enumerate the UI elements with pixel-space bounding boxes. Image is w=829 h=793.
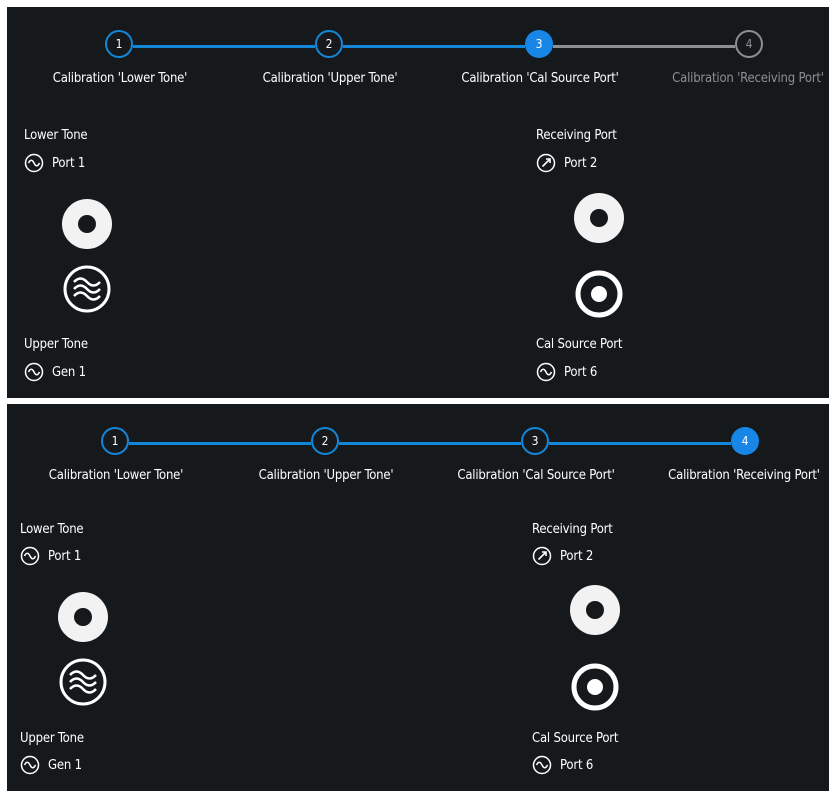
step-3-label: Calibration 'Cal Source Port' <box>457 468 615 483</box>
cal-source-connector-icon <box>571 663 619 711</box>
step-4-label: Calibration 'Receiving Port' <box>668 468 820 483</box>
progress-line-2-3 <box>339 442 521 445</box>
upper-tone-title: Upper Tone <box>24 337 88 352</box>
receiving-port-label: Port 2 <box>560 548 594 564</box>
cal-source-connector-icon <box>575 270 623 318</box>
wizard-panel-2: 1 2 3 4 Calibration 'Lower Tone' Calibra… <box>7 404 829 791</box>
receiving-port-label: Port 2 <box>564 155 598 171</box>
progress-line-3-4 <box>553 45 735 48</box>
progress-line-3-4 <box>549 442 731 445</box>
cal-source-port-row: Port 6 <box>532 755 593 775</box>
port-connector-icon <box>62 199 112 249</box>
upper-tone-port-row: Gen 1 <box>20 755 82 775</box>
step-2-label: Calibration 'Upper Tone' <box>258 468 394 483</box>
progress-line-1-2 <box>133 45 315 48</box>
lower-tone-title: Lower Tone <box>20 522 84 537</box>
step-1-label: Calibration 'Lower Tone' <box>52 71 188 86</box>
power-meter-icon <box>536 153 556 173</box>
step-4-indicator[interactable]: 4 <box>735 30 763 58</box>
lower-tone-port-row: Port 1 <box>20 546 81 566</box>
signal-combiner-icon <box>59 658 107 706</box>
port-connector-icon <box>574 193 624 243</box>
power-meter-icon <box>532 546 552 566</box>
step-2-indicator[interactable]: 2 <box>315 30 343 58</box>
sine-wave-icon <box>532 755 552 775</box>
step-1-label: Calibration 'Lower Tone' <box>48 468 184 483</box>
step-4-indicator[interactable]: 4 <box>731 427 759 455</box>
sine-wave-icon <box>20 755 40 775</box>
lower-tone-port-label: Port 1 <box>52 155 86 171</box>
lower-tone-port-row: Port 1 <box>24 153 85 173</box>
step-1-indicator[interactable]: 1 <box>105 30 133 58</box>
cal-source-port-row: Port 6 <box>536 362 597 382</box>
step-1-indicator[interactable]: 1 <box>101 427 129 455</box>
upper-tone-title: Upper Tone <box>20 731 84 746</box>
port-connector-icon <box>570 585 620 635</box>
step-4-label: Calibration 'Receiving Port' <box>672 71 824 86</box>
upper-tone-port-row: Gen 1 <box>24 362 86 382</box>
step-3-indicator[interactable]: 3 <box>521 427 549 455</box>
sine-wave-icon <box>20 546 40 566</box>
step-3-indicator[interactable]: 3 <box>525 30 553 58</box>
cal-source-port-title: Cal Source Port <box>532 731 619 746</box>
receiving-port-row: Port 2 <box>532 546 593 566</box>
progress-line-2-3 <box>343 45 525 48</box>
receiving-port-title: Receiving Port <box>532 522 613 537</box>
upper-tone-port-label: Gen 1 <box>52 364 86 380</box>
port-connector-icon <box>58 592 108 642</box>
upper-tone-port-label: Gen 1 <box>48 757 82 773</box>
wizard-panel-1: 1 2 3 4 Calibration 'Lower Tone' Calibra… <box>7 7 829 398</box>
step-2-label: Calibration 'Upper Tone' <box>262 71 398 86</box>
cal-source-port-label: Port 6 <box>564 364 598 380</box>
sine-wave-icon <box>24 362 44 382</box>
sine-wave-icon <box>536 362 556 382</box>
step-3-label: Calibration 'Cal Source Port' <box>461 71 619 86</box>
cal-source-port-label: Port 6 <box>560 757 594 773</box>
signal-combiner-icon <box>63 265 111 313</box>
progress-line-1-2 <box>129 442 311 445</box>
step-2-indicator[interactable]: 2 <box>311 427 339 455</box>
lower-tone-port-label: Port 1 <box>48 548 82 564</box>
sine-wave-icon <box>24 153 44 173</box>
lower-tone-title: Lower Tone <box>24 128 88 143</box>
receiving-port-row: Port 2 <box>536 153 597 173</box>
cal-source-port-title: Cal Source Port <box>536 337 623 352</box>
receiving-port-title: Receiving Port <box>536 128 617 143</box>
